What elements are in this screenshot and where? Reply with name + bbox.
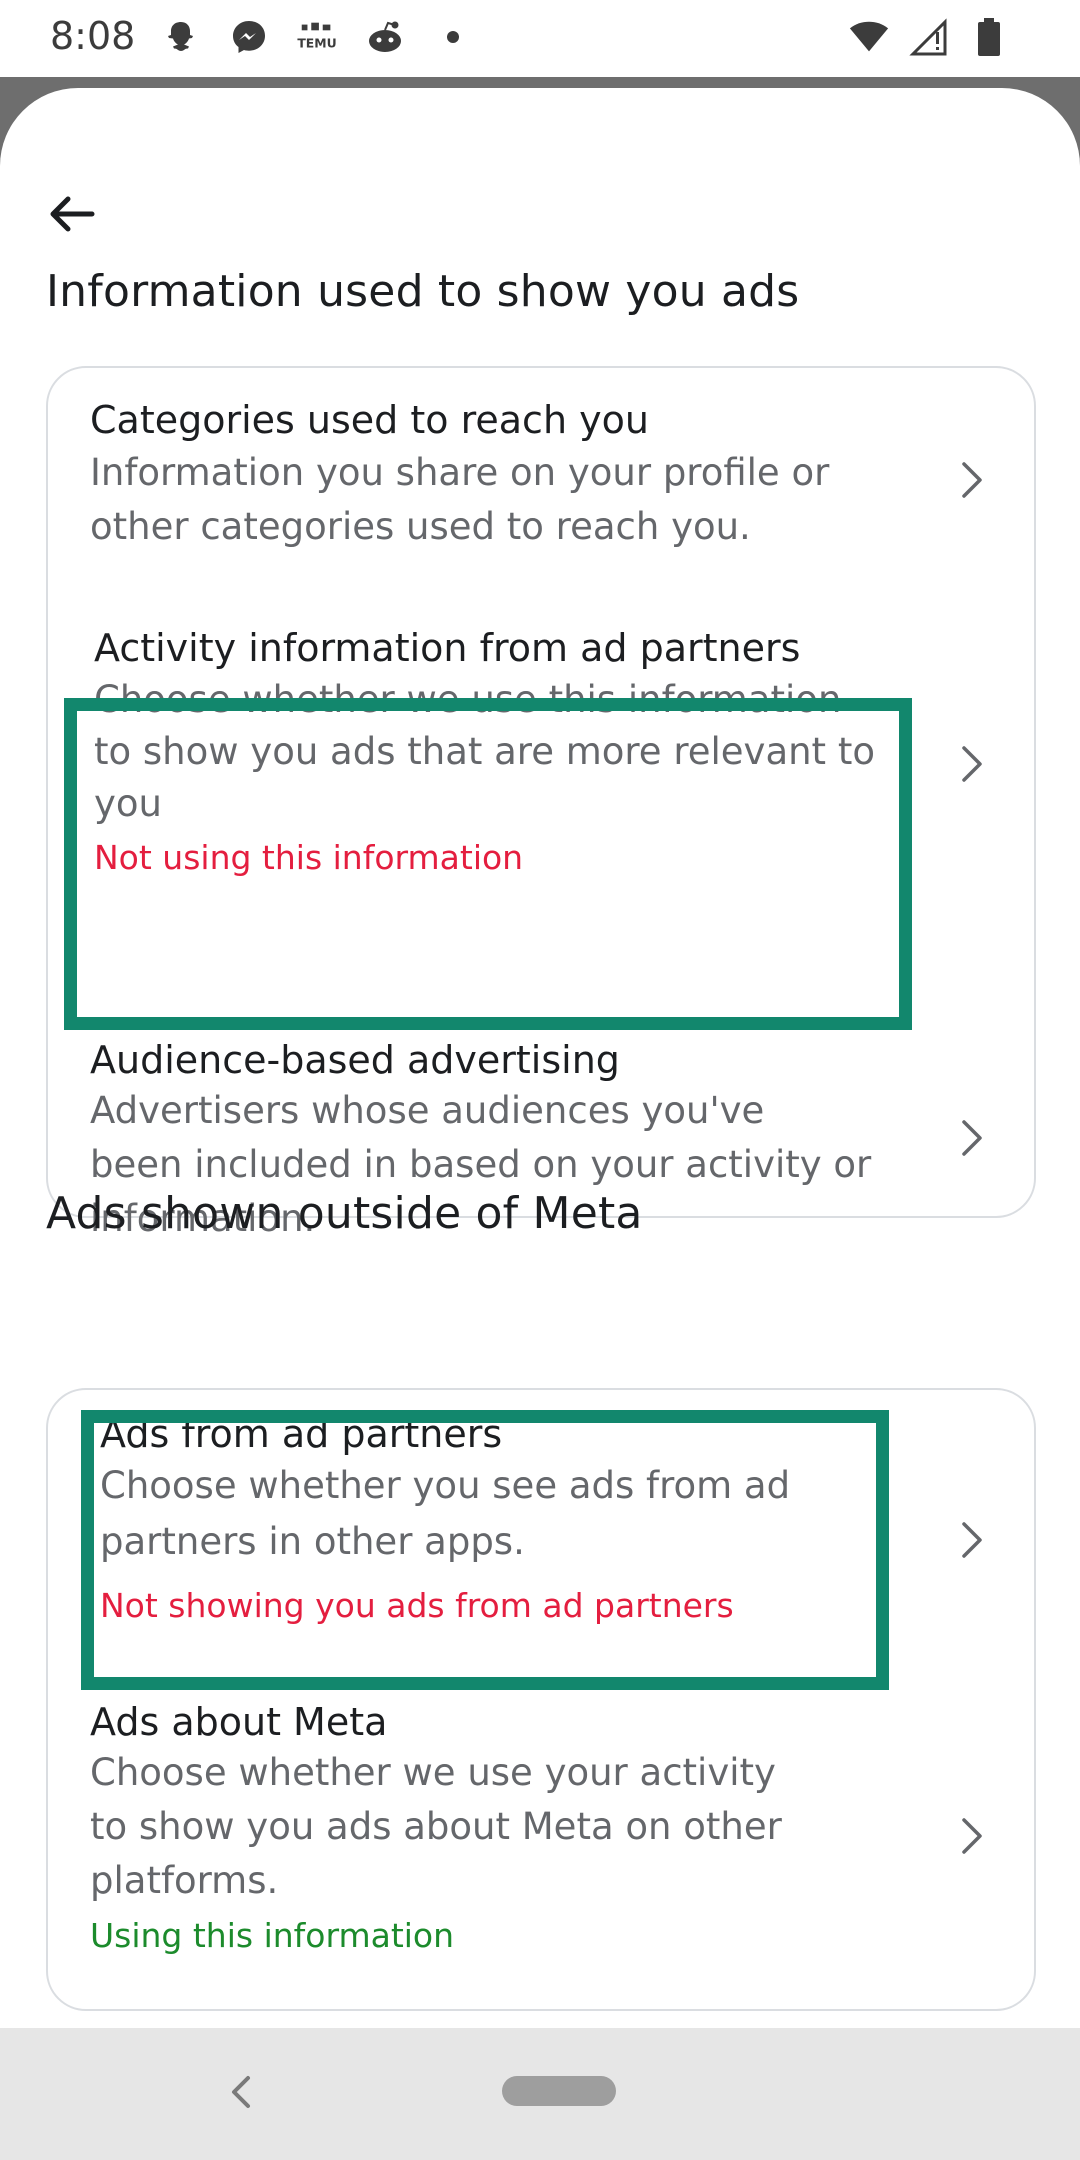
status-text: Using this information	[90, 1916, 455, 1955]
item-title: Categories used to reach you	[90, 398, 649, 442]
chevron-right-icon	[962, 746, 982, 782]
chevron-right-icon	[962, 1120, 982, 1156]
item-title: Activity information from ad partners	[94, 626, 801, 670]
outside-meta-card: Ads from ad partners Choose whether you …	[46, 1388, 1036, 2011]
snapchat-icon	[160, 16, 202, 58]
list-item-ads-about-meta[interactable]: Ads about Meta Choose whether we use you…	[48, 1692, 1034, 2012]
svg-text:TEMU: TEMU	[297, 36, 336, 51]
notification-icons: TEMU	[160, 16, 474, 58]
temu-icon: TEMU	[296, 16, 338, 58]
system-icons	[848, 16, 1010, 58]
highlight-box	[64, 698, 912, 1030]
status-bar: 8:08 TEMU	[0, 0, 1080, 77]
section-title-information: Information used to show you ads	[46, 266, 800, 317]
arrow-left-icon	[50, 196, 95, 232]
nav-back-icon[interactable]	[226, 2070, 256, 2114]
chevron-right-icon	[962, 462, 982, 498]
highlight-box	[81, 1410, 889, 1690]
information-card: Categories used to reach you Information…	[46, 366, 1036, 1240]
item-title: Ads about Meta	[90, 1700, 388, 1744]
back-button[interactable]	[36, 178, 108, 250]
chevron-right-icon	[962, 1522, 982, 1558]
reddit-icon	[364, 16, 406, 58]
messenger-icon	[228, 16, 270, 58]
item-description: Choose whether we use your activity to s…	[90, 1751, 782, 1902]
home-pill-icon[interactable]	[502, 2076, 616, 2106]
chevron-right-icon	[962, 1818, 982, 1854]
list-item-categories[interactable]: Categories used to reach you Information…	[48, 368, 1034, 598]
section-title-outside-meta: Ads shown outside of Meta	[46, 1188, 643, 1239]
battery-icon	[968, 16, 1010, 58]
ad-preferences-sheet: Information used to show you ads Categor…	[0, 88, 1080, 2028]
wifi-icon	[848, 16, 890, 58]
status-time: 8:08	[50, 14, 136, 58]
signal-icon	[908, 16, 950, 58]
dot-icon	[432, 16, 474, 58]
item-title: Audience-based advertising	[90, 1038, 620, 1082]
item-description: Information you share on your profile or…	[90, 451, 830, 548]
